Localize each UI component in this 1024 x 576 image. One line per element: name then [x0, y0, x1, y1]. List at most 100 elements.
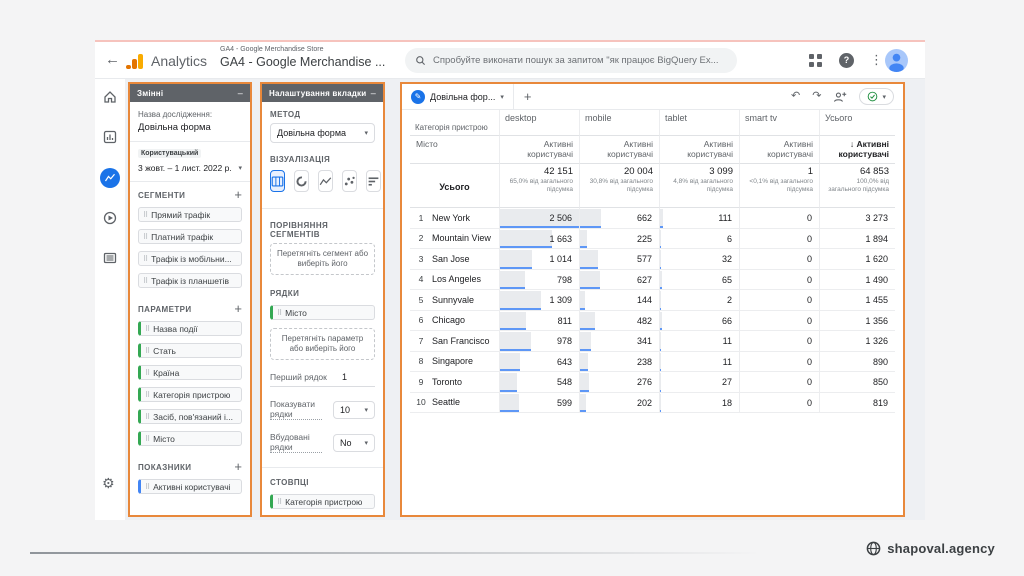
value-cell[interactable]: 3 273: [820, 208, 895, 229]
value-cell[interactable]: 643: [500, 352, 580, 373]
value-cell[interactable]: 0: [740, 290, 820, 311]
global-search[interactable]: [405, 48, 737, 73]
column-header[interactable]: smart tv: [740, 110, 820, 136]
metric-header[interactable]: Активні користувачі: [660, 136, 740, 164]
first-row-field[interactable]: Перший рядок 1: [270, 372, 375, 387]
value-cell[interactable]: 6: [660, 229, 740, 250]
city-cell[interactable]: 9Toronto: [410, 372, 500, 393]
viz-scatter-icon[interactable]: [342, 170, 357, 192]
column-header[interactable]: tablet: [660, 110, 740, 136]
value-cell[interactable]: 662: [580, 208, 660, 229]
redo-icon[interactable]: ↷: [812, 91, 821, 102]
value-cell[interactable]: 18: [660, 393, 740, 414]
nav-home-icon[interactable]: [102, 89, 118, 105]
value-cell[interactable]: 2 506: [500, 208, 580, 229]
viz-bar-icon[interactable]: [366, 170, 381, 192]
city-cell[interactable]: 4Los Angeles: [410, 270, 500, 291]
city-cell[interactable]: 2Mountain View: [410, 229, 500, 250]
value-cell[interactable]: 1 014: [500, 249, 580, 270]
rows-dimension-chip[interactable]: ⠿Місто: [270, 305, 375, 320]
nested-rows-select[interactable]: No▾: [333, 434, 375, 452]
value-cell[interactable]: 811: [500, 311, 580, 332]
value-cell[interactable]: 0: [740, 311, 820, 332]
segment-chip[interactable]: ⠿Прямий трафік: [138, 207, 242, 222]
segment-chip[interactable]: ⠿Трафік із планшетів: [138, 273, 242, 288]
help-icon[interactable]: ?: [839, 53, 854, 68]
viz-line-icon[interactable]: [318, 170, 333, 192]
value-cell[interactable]: 482: [580, 311, 660, 332]
value-cell[interactable]: 798: [500, 270, 580, 291]
value-cell[interactable]: 65: [660, 270, 740, 291]
back-arrow-icon[interactable]: ←: [105, 51, 120, 68]
column-header-total[interactable]: Усього: [820, 110, 895, 136]
city-cell[interactable]: 1New York: [410, 208, 500, 229]
value-cell[interactable]: 27: [660, 372, 740, 393]
value-cell[interactable]: 341: [580, 331, 660, 352]
value-cell[interactable]: 1 309: [500, 290, 580, 311]
value-cell[interactable]: 1 455: [820, 290, 895, 311]
metric-header[interactable]: Активні користувачі: [500, 136, 580, 164]
value-cell[interactable]: 111: [660, 208, 740, 229]
metric-header[interactable]: Активні користувачі: [580, 136, 660, 164]
nav-explore-icon[interactable]: [100, 168, 120, 188]
add-segment-button[interactable]: +: [234, 190, 242, 200]
value-cell[interactable]: 978: [500, 331, 580, 352]
dimension-chip[interactable]: ⠿Стать: [138, 343, 242, 358]
add-metric-button[interactable]: +: [234, 462, 242, 472]
google-analytics-logo-icon[interactable]: [126, 53, 146, 69]
value-cell[interactable]: 890: [820, 352, 895, 373]
search-input[interactable]: [433, 55, 727, 66]
exploration-name-value[interactable]: Довільна форма: [138, 122, 242, 133]
value-cell[interactable]: 1 356: [820, 311, 895, 332]
value-cell[interactable]: 0: [740, 208, 820, 229]
date-range-picker[interactable]: 3 жовт. – 1 лист. 2022 р. ▾: [138, 163, 242, 173]
add-tab-button[interactable]: +: [514, 89, 542, 104]
row-dimension-header[interactable]: Місто: [410, 136, 500, 164]
value-cell[interactable]: 276: [580, 372, 660, 393]
metric-header[interactable]: Активні користувачі: [740, 136, 820, 164]
add-dimension-button[interactable]: +: [234, 304, 242, 314]
value-cell[interactable]: 1 663: [500, 229, 580, 250]
city-cell[interactable]: 7San Francisco: [410, 331, 500, 352]
avatar[interactable]: [885, 49, 908, 72]
city-cell[interactable]: 6Chicago: [410, 311, 500, 332]
value-cell[interactable]: 32: [660, 249, 740, 270]
value-cell[interactable]: 238: [580, 352, 660, 373]
value-cell[interactable]: 225: [580, 229, 660, 250]
value-cell[interactable]: 1 490: [820, 270, 895, 291]
segment-chip[interactable]: ⠿Платний трафік: [138, 229, 242, 244]
value-cell[interactable]: 0: [740, 352, 820, 373]
metric-chip[interactable]: ⠿Активні користувачі: [138, 479, 242, 494]
value-cell[interactable]: 202: [580, 393, 660, 414]
value-cell[interactable]: 599: [500, 393, 580, 414]
value-cell[interactable]: 0: [740, 249, 820, 270]
dimension-drop-zone[interactable]: Перетягніть параметр або виберіть його: [270, 328, 375, 360]
add-collaborator-icon[interactable]: [833, 91, 847, 103]
totals-cell[interactable]: 64 853100,0% від загального підсумка: [820, 164, 895, 208]
dimension-chip[interactable]: ⠿Засіб, пов'язаний і...: [138, 409, 242, 424]
value-cell[interactable]: 1 620: [820, 249, 895, 270]
city-cell[interactable]: 8Singapore: [410, 352, 500, 373]
dimension-chip[interactable]: ⠿Назва події: [138, 321, 242, 336]
totals-cell[interactable]: 3 0994,8% від загального підсумка: [660, 164, 740, 208]
columns-dimension-chip[interactable]: ⠿Категорія пристрою: [270, 494, 375, 509]
value-cell[interactable]: 0: [740, 331, 820, 352]
viz-donut-icon[interactable]: [294, 170, 309, 192]
city-cell[interactable]: 5Sunnyvale: [410, 290, 500, 311]
value-cell[interactable]: 11: [660, 331, 740, 352]
value-cell[interactable]: 0: [740, 372, 820, 393]
dimension-chip[interactable]: ⠿Країна: [138, 365, 242, 380]
totals-row-label[interactable]: Усього: [410, 164, 500, 208]
dimension-chip[interactable]: ⠿Місто: [138, 431, 242, 446]
value-cell[interactable]: 2: [660, 290, 740, 311]
nav-reports-icon[interactable]: [102, 129, 118, 145]
dimension-chip[interactable]: ⠿Категорія пристрою: [138, 387, 242, 402]
viz-table-icon[interactable]: [270, 170, 285, 192]
property-switcher[interactable]: GA4 - Google Merchandise Store GA4 - Goo…: [220, 46, 385, 69]
sorted-metric-header[interactable]: ↓ Активні користувачі: [820, 136, 895, 164]
city-cell[interactable]: 10Seattle: [410, 393, 500, 414]
totals-cell[interactable]: 1<0,1% від загального підсумка: [740, 164, 820, 208]
method-select[interactable]: Довільна форма▾: [270, 123, 375, 143]
totals-cell[interactable]: 20 00430,8% від загального підсумка: [580, 164, 660, 208]
value-cell[interactable]: 819: [820, 393, 895, 414]
